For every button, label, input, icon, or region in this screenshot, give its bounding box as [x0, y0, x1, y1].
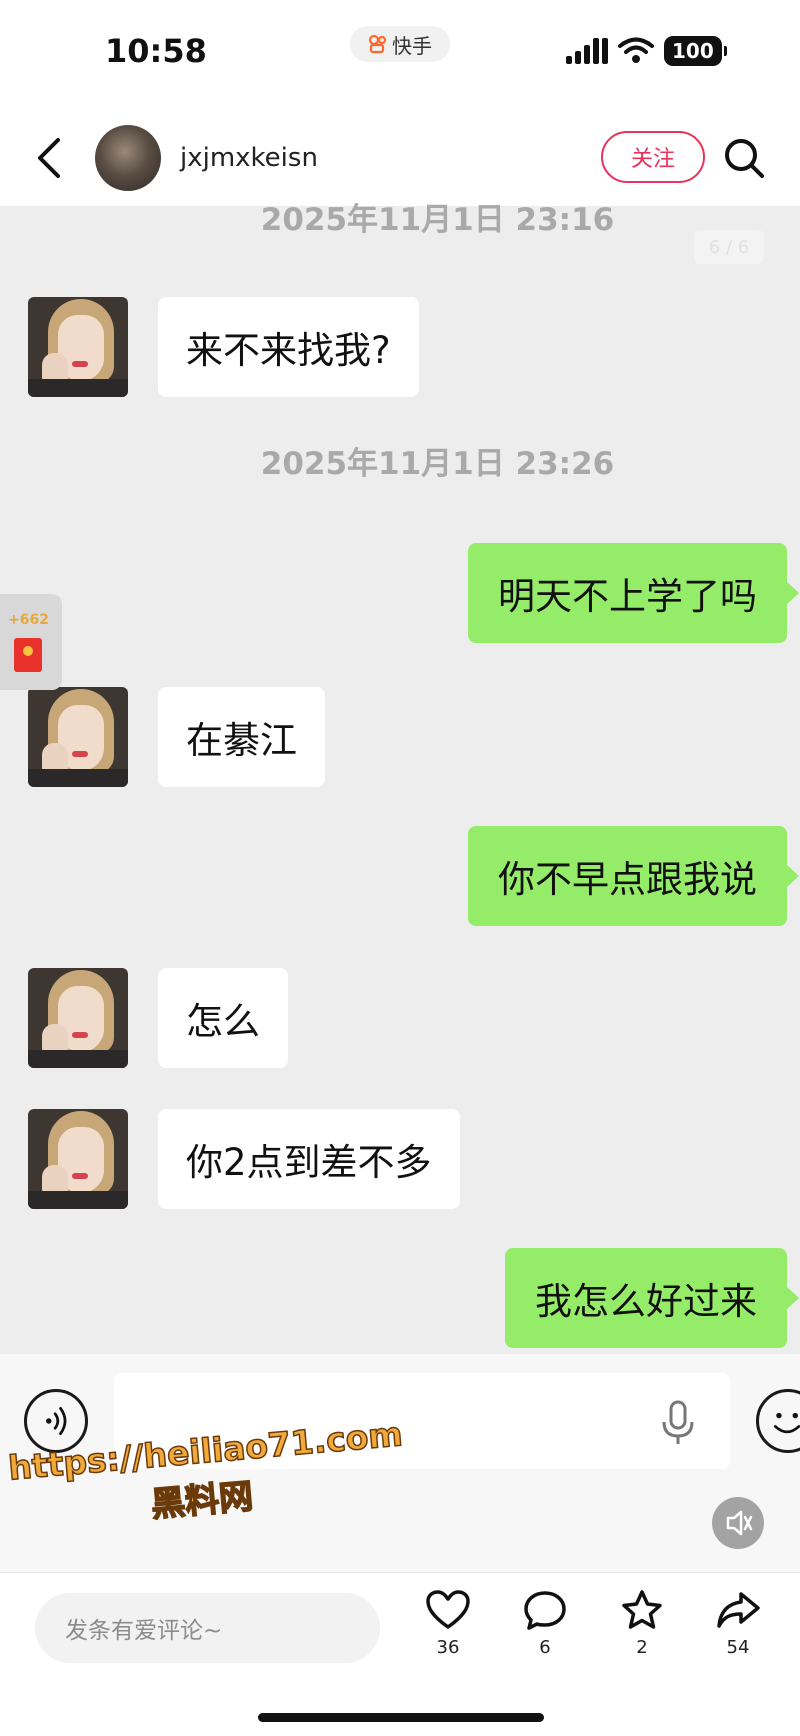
heart-icon — [426, 1590, 470, 1629]
star-icon — [622, 1590, 662, 1629]
kuaishou-logo-icon — [368, 34, 387, 54]
cellular-signal-icon — [566, 38, 608, 64]
favorite-button[interactable]: 2 — [607, 1589, 677, 1658]
message-outgoing[interactable]: 你不早点跟我说 — [468, 826, 799, 926]
profile-avatar[interactable] — [95, 125, 161, 191]
share-count: 54 — [726, 1637, 750, 1658]
message-incoming[interactable]: 你2点到差不多 — [158, 1109, 460, 1209]
share-button[interactable]: 54 — [703, 1589, 773, 1658]
timestamp: 2025年11月1日 23:26 — [260, 446, 615, 482]
message-incoming[interactable]: 来不来找我? — [158, 297, 419, 397]
red-packet-count: +662 — [8, 612, 49, 628]
comment-icon — [524, 1591, 566, 1630]
chat-header: jxjmxkeisn 关注 — [0, 110, 800, 206]
speaker-icon[interactable] — [712, 1497, 764, 1549]
home-indicator[interactable] — [258, 1713, 544, 1722]
chat-area[interactable]: 6 / 6 2025年11月1日 23:16 来不来找我? 2025年11月1日… — [0, 202, 800, 1354]
bottom-action-bar: 发条有爱评论~ 36 6 2 54 — [0, 1572, 800, 1736]
search-icon[interactable] — [722, 136, 766, 180]
follow-button[interactable]: 关注 — [601, 131, 705, 183]
message-incoming[interactable]: 怎么 — [158, 968, 288, 1068]
status-icons: 100 — [566, 36, 727, 66]
favorite-count: 2 — [636, 1637, 648, 1658]
contact-avatar[interactable] — [28, 968, 128, 1068]
red-packet-widget[interactable]: +662 — [0, 594, 62, 690]
username[interactable]: jxjmxkeisn — [180, 143, 318, 173]
timestamp: 2025年11月1日 23:16 — [260, 202, 615, 238]
comment-count: 6 — [539, 1637, 551, 1658]
app-name: 快手 — [392, 33, 432, 58]
wifi-icon — [618, 37, 654, 63]
app-indicator-pill[interactable]: 快手 — [350, 26, 450, 62]
status-time: 10:58 — [105, 32, 207, 70]
like-button[interactable]: 36 — [413, 1589, 483, 1658]
emoji-icon[interactable] — [756, 1389, 800, 1453]
message-outgoing[interactable]: 明天不上学了吗 — [468, 543, 799, 643]
comment-button[interactable]: 6 — [510, 1589, 580, 1658]
comment-input[interactable]: 发条有爱评论~ — [35, 1593, 380, 1663]
mic-icon[interactable] — [654, 1398, 702, 1448]
chevron-left-icon[interactable] — [30, 134, 70, 182]
message-incoming[interactable]: 在綦江 — [158, 687, 325, 787]
share-icon — [717, 1592, 760, 1628]
red-packet-icon — [14, 638, 42, 672]
like-count: 36 — [436, 1637, 460, 1658]
contact-avatar[interactable] — [28, 297, 128, 397]
contact-avatar[interactable] — [28, 1109, 128, 1209]
status-bar: 10:58 快手 100 — [0, 0, 800, 110]
contact-avatar[interactable] — [28, 687, 128, 787]
message-outgoing[interactable]: 我怎么好过来 — [505, 1248, 799, 1348]
battery-icon: 100 — [664, 36, 727, 66]
